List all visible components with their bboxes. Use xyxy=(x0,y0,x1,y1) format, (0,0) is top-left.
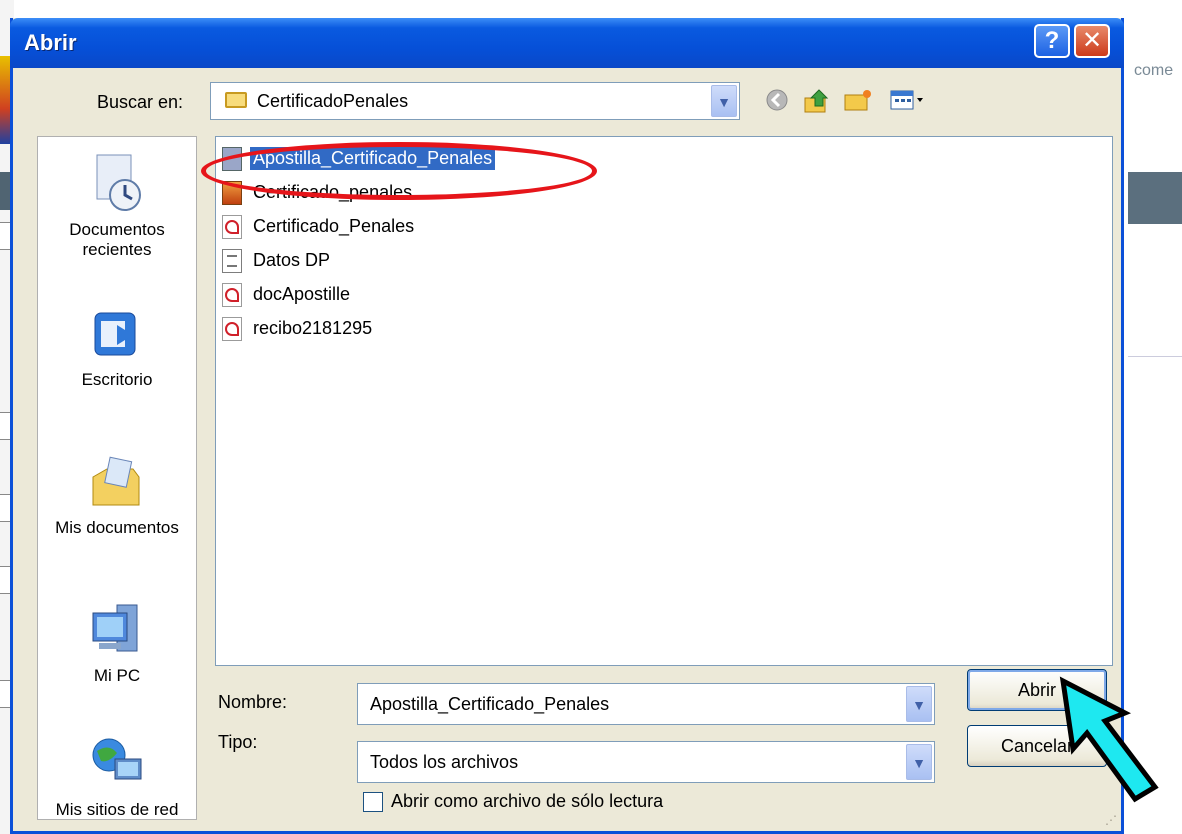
place-label: Mis sitios de red xyxy=(55,800,179,819)
file-name: Datos DP xyxy=(253,250,331,270)
file-name: Certificado_Penales xyxy=(253,216,415,236)
up-folder-icon[interactable] xyxy=(803,88,831,113)
background-band xyxy=(1128,172,1182,224)
title-bar[interactable]: Abrir ? ✕ xyxy=(10,18,1124,68)
place-desktop[interactable]: Escritorio xyxy=(38,309,196,390)
file-list[interactable]: Apostilla_Certificado_Penales Certificad… xyxy=(215,136,1113,666)
place-network[interactable]: Mis sitios de red xyxy=(38,733,196,820)
filename-label: Nombre: xyxy=(218,692,288,712)
folder-icon xyxy=(225,92,247,108)
places-bar: Documentos recientes Escritorio Mis docu… xyxy=(37,136,197,820)
new-folder-icon[interactable] xyxy=(843,88,873,112)
place-label: Documentos recientes xyxy=(69,220,165,259)
back-icon[interactable] xyxy=(765,88,789,112)
resize-grip-icon[interactable]: ⋰ xyxy=(1105,813,1117,827)
view-menu-icon[interactable] xyxy=(889,88,927,112)
pdf-file-icon xyxy=(222,283,242,307)
filename-value: Apostilla_Certificado_Penales xyxy=(370,694,610,714)
desktop-icon xyxy=(94,312,136,356)
place-label: Escritorio xyxy=(81,370,153,389)
help-button[interactable]: ? xyxy=(1034,24,1070,58)
filetype-dropdown[interactable]: Todos los archivos ▼ xyxy=(357,741,935,783)
filename-input[interactable]: Apostilla_Certificado_Penales ▼ xyxy=(357,683,935,725)
place-my-documents[interactable]: Mis documentos xyxy=(38,453,196,538)
lookin-value: CertificadoPenales xyxy=(257,91,409,111)
recent-documents-icon xyxy=(96,154,141,211)
network-places-icon xyxy=(92,738,142,780)
highlight-ellipse xyxy=(201,142,597,200)
close-button[interactable]: ✕ xyxy=(1074,24,1110,58)
place-label: Mis documentos xyxy=(55,518,179,537)
chevron-down-icon[interactable]: ▼ xyxy=(711,85,737,117)
file-name: recibo2181295 xyxy=(253,318,373,338)
cursor-arrow-icon xyxy=(1059,676,1159,803)
my-computer-icon xyxy=(92,604,138,652)
pdf-file-icon xyxy=(222,317,242,341)
dialog-title: Abrir xyxy=(24,30,77,55)
file-name: docApostille xyxy=(253,284,351,304)
place-recent-documents[interactable]: Documentos recientes xyxy=(38,151,196,260)
place-my-computer[interactable]: Mi PC xyxy=(38,599,196,686)
document-file-icon xyxy=(222,249,242,273)
open-file-dialog: Abrir ? ✕ Buscar en: CertificadoPenales … xyxy=(10,18,1124,834)
lookin-dropdown[interactable]: CertificadoPenales ▼ xyxy=(210,82,740,120)
filetype-value: Todos los archivos xyxy=(370,752,519,772)
background-divider xyxy=(1128,356,1182,357)
chevron-down-icon[interactable]: ▼ xyxy=(906,686,932,722)
background-text: come xyxy=(1134,62,1174,79)
chevron-down-icon[interactable]: ▼ xyxy=(906,744,932,780)
pdf-file-icon xyxy=(222,215,242,239)
readonly-label[interactable]: Abrir como archivo de sólo lectura xyxy=(391,791,663,812)
lookin-label: Buscar en: xyxy=(97,92,184,112)
place-label: Mi PC xyxy=(93,666,141,685)
filetype-label: Tipo: xyxy=(218,732,258,752)
readonly-checkbox[interactable] xyxy=(363,792,383,812)
my-documents-icon xyxy=(92,456,140,506)
